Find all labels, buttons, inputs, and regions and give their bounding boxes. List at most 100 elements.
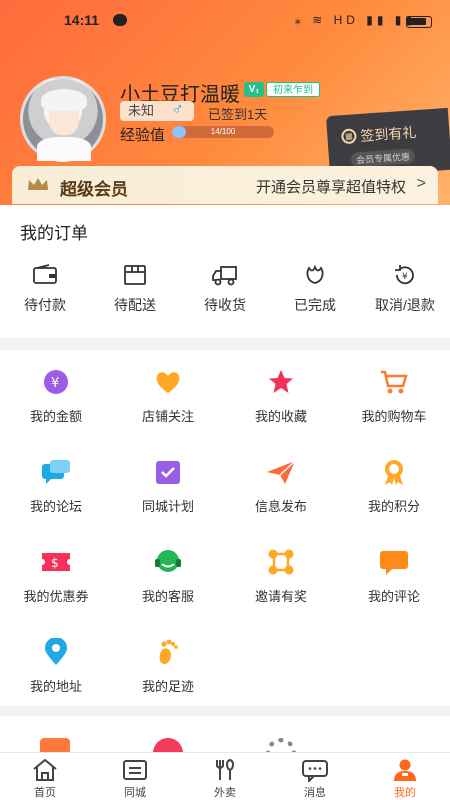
order-label: 已完成 bbox=[294, 297, 336, 313]
status-indicators: ⁎ ≋ HD ▮▮ ▮▮ bbox=[294, 13, 416, 27]
service-customer-service[interactable]: 我的客服 bbox=[112, 530, 224, 610]
service-label: 店铺关注 bbox=[141, 409, 194, 424]
svg-text:$: $ bbox=[51, 556, 59, 570]
profile-header: 14:11 ⁎ ≋ HD ▮▮ ▮▮ 小土豆打温暖 V₁ 初来乍到 未知 ♂ 已… bbox=[0, 0, 450, 205]
avatar[interactable] bbox=[20, 76, 106, 162]
tab-label: 外卖 bbox=[214, 787, 236, 799]
bottom-tab-bar: 首页 同城 外卖 消息 我的 bbox=[0, 752, 450, 800]
cutlery-icon bbox=[216, 758, 234, 780]
tab-label: 同城 bbox=[124, 787, 146, 799]
settings-icon[interactable] bbox=[266, 738, 296, 752]
services-grid: ¥ 我的金额 店铺关注 我的收藏 我的购物车 我的论坛 同城计划 信息发布 我的… bbox=[0, 350, 450, 706]
message-icon bbox=[302, 760, 328, 782]
tab-label: 我的 bbox=[394, 787, 416, 799]
sign-in-subtitle: 会员专属优惠 bbox=[350, 148, 416, 168]
message-notification-icon bbox=[113, 14, 127, 26]
order-label: 待付款 bbox=[24, 297, 66, 313]
sign-in-title: 签到有礼 bbox=[359, 124, 417, 144]
service-label: 我的地址 bbox=[29, 679, 82, 694]
service-label: 我的论坛 bbox=[29, 499, 82, 514]
service-cart[interactable]: 我的购物车 bbox=[338, 350, 450, 430]
order-pending-payment[interactable]: 待付款 bbox=[0, 263, 90, 323]
service-coupons[interactable]: $ 我的优惠券 bbox=[0, 530, 112, 610]
service-label: 我的优惠券 bbox=[23, 589, 89, 604]
headset-icon bbox=[155, 550, 181, 572]
level-badge: V₁ bbox=[244, 82, 264, 97]
tab-mine[interactable]: 我的 bbox=[360, 753, 450, 800]
service-label: 我的足迹 bbox=[141, 679, 194, 694]
order-pending-delivery[interactable]: 待配送 bbox=[90, 263, 180, 323]
service-my-comments[interactable]: 我的评论 bbox=[338, 530, 450, 610]
order-label: 待收货 bbox=[204, 297, 246, 313]
wallet-icon bbox=[33, 264, 57, 284]
shop-icon[interactable] bbox=[40, 738, 70, 752]
service-favorites[interactable]: 我的收藏 bbox=[225, 350, 337, 430]
exp-label: 经验值 bbox=[120, 127, 166, 144]
service-forum[interactable]: 我的论坛 bbox=[0, 440, 112, 520]
cart-icon bbox=[381, 370, 408, 394]
service-my-balance[interactable]: ¥ 我的金额 bbox=[0, 350, 112, 430]
service-label: 我的评论 bbox=[367, 589, 420, 604]
orders-title: 我的订单 bbox=[20, 224, 88, 243]
star-icon bbox=[269, 370, 293, 393]
tab-home[interactable]: 首页 bbox=[0, 753, 90, 800]
heart-icon bbox=[156, 372, 180, 393]
vip-description: 开通会员尊享超值特权 bbox=[255, 179, 406, 196]
sign-status: 已签到1天 bbox=[208, 107, 268, 122]
order-refund[interactable]: ¥ 取消/退款 bbox=[360, 263, 450, 323]
service-invite-reward[interactable]: 邀请有奖 bbox=[225, 530, 337, 610]
male-icon: ♂ bbox=[171, 99, 184, 118]
truck-icon bbox=[212, 266, 237, 286]
service-label: 我的金额 bbox=[29, 409, 82, 424]
tab-label: 首页 bbox=[34, 787, 56, 799]
level-name-tag: 初来乍到 bbox=[266, 82, 320, 97]
share-icon bbox=[268, 549, 294, 575]
refund-icon: ¥ bbox=[395, 265, 414, 285]
service-points[interactable]: 我的积分 bbox=[338, 440, 450, 520]
service-label: 邀请有奖 bbox=[254, 589, 307, 604]
tab-city[interactable]: 同城 bbox=[90, 753, 180, 800]
location-icon bbox=[45, 638, 67, 665]
coupon-icon: $ bbox=[42, 553, 70, 571]
exp-progress-text: 14/100 bbox=[210, 127, 236, 136]
gender-tag: 未知 ♂ bbox=[120, 99, 194, 121]
chevron-right-icon: > bbox=[416, 175, 426, 192]
service-city-plan[interactable]: 同城计划 bbox=[112, 440, 224, 520]
crown-icon bbox=[28, 178, 48, 190]
tab-label: 消息 bbox=[304, 787, 326, 799]
orders-section: 我的订单 待付款 待配送 待收货 已完成 ¥ 取消/退款 bbox=[0, 205, 450, 338]
service-post-info[interactable]: 信息发布 bbox=[225, 440, 337, 520]
svg-text:¥: ¥ bbox=[402, 272, 408, 282]
service-label: 我的积分 bbox=[367, 499, 420, 514]
order-label: 取消/退款 bbox=[375, 297, 435, 313]
vip-banner[interactable]: 超级会员 开通会员尊享超值特权 > bbox=[12, 166, 438, 204]
order-completed[interactable]: 已完成 bbox=[270, 263, 360, 323]
more-section bbox=[0, 716, 450, 752]
tab-messages[interactable]: 消息 bbox=[270, 753, 360, 800]
money-icon: ¥ bbox=[44, 370, 68, 394]
book-icon bbox=[123, 760, 147, 780]
person-icon bbox=[394, 759, 416, 781]
footprint-icon bbox=[159, 639, 178, 664]
status-time: 14:11 bbox=[64, 12, 100, 28]
service-label: 信息发布 bbox=[254, 499, 307, 514]
chat-icon bbox=[42, 460, 70, 484]
box-icon bbox=[124, 265, 146, 285]
edit-icon[interactable] bbox=[153, 738, 183, 752]
send-icon bbox=[267, 460, 296, 484]
tab-takeout[interactable]: 外卖 bbox=[180, 753, 270, 800]
home-icon bbox=[33, 758, 57, 781]
service-shop-follow[interactable]: 店铺关注 bbox=[112, 350, 224, 430]
calendar-icon: ▦ bbox=[340, 128, 357, 145]
medal-icon bbox=[385, 460, 403, 485]
service-footprint[interactable]: 我的足迹 bbox=[112, 620, 224, 700]
service-label: 我的收藏 bbox=[254, 409, 307, 424]
gender-text: 未知 bbox=[128, 103, 155, 118]
calendar-icon bbox=[156, 461, 180, 484]
order-pending-receipt[interactable]: 待收货 bbox=[180, 263, 270, 323]
vip-title: 超级会员 bbox=[60, 180, 128, 199]
service-label: 同城计划 bbox=[141, 499, 194, 514]
service-address[interactable]: 我的地址 bbox=[0, 620, 112, 700]
comment-icon bbox=[380, 551, 408, 575]
service-label: 我的客服 bbox=[141, 589, 194, 604]
